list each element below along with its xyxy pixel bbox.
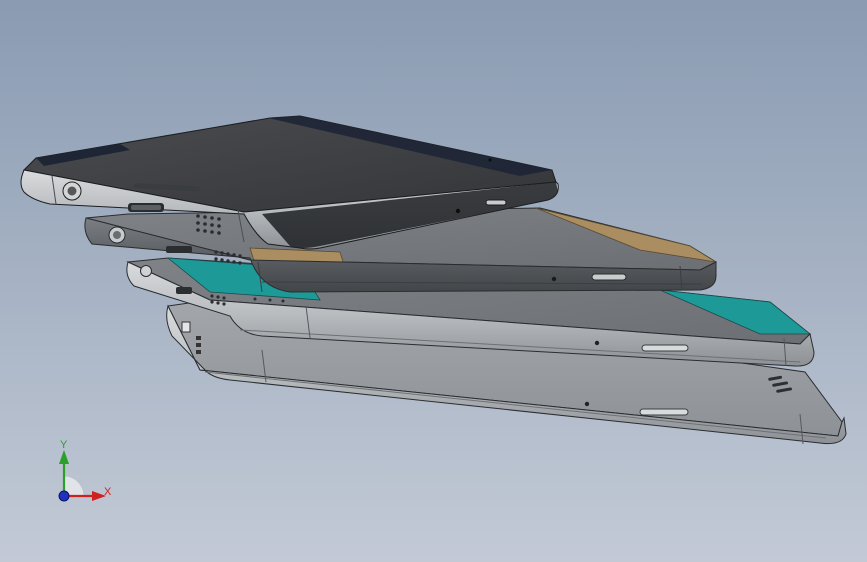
cad-viewport[interactable]: Y X: [0, 0, 867, 562]
y-axis-arrow-icon: [59, 450, 69, 464]
triad-axes: [58, 450, 106, 502]
model-scene[interactable]: [0, 0, 867, 562]
y-axis-label: Y: [60, 439, 68, 451]
z-axis-icon: [58, 490, 70, 502]
x-axis-label: X: [104, 486, 112, 498]
coordinate-triad: Y X: [44, 436, 124, 516]
